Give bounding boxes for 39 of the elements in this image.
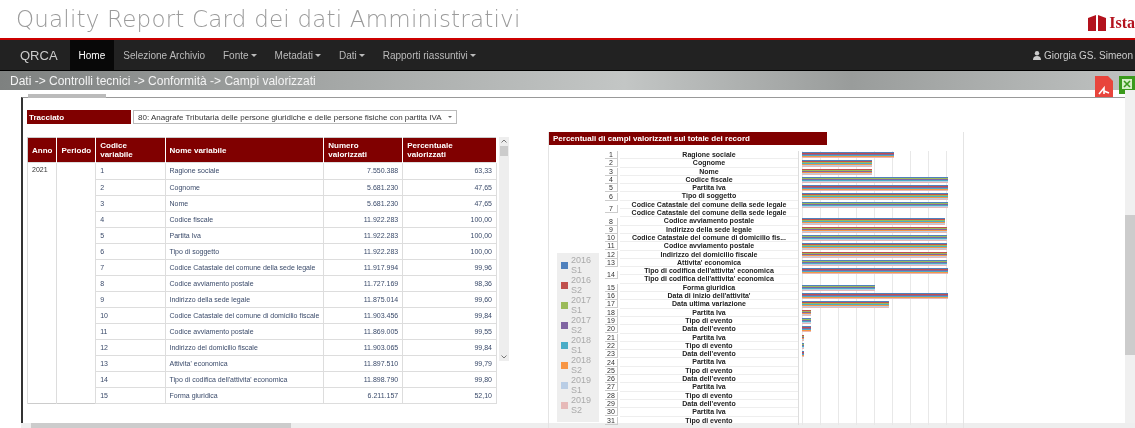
nav-item[interactable]: Fonte (213, 40, 266, 70)
legend-label: 2018 S2 (571, 355, 592, 375)
column-header: Periodo (56, 137, 96, 163)
column-header: Percentuale valorizzati (402, 137, 497, 163)
nav-item[interactable]: Home (69, 40, 115, 70)
nav-item[interactable]: Dati (329, 40, 374, 70)
scrollbar-thumb[interactable] (1125, 215, 1135, 355)
column-header: Codice variabile (95, 137, 165, 163)
nav-item[interactable]: Rapporti riassuntivi (373, 40, 485, 70)
brand-link[interactable]: QRCA (12, 40, 70, 70)
scrollbar[interactable] (21, 423, 1135, 428)
pdf-icon[interactable] (1095, 76, 1113, 98)
bar (802, 351, 805, 358)
caret-icon (448, 116, 452, 118)
scrollbar[interactable] (499, 137, 509, 361)
field-label: Tracciato (27, 110, 131, 124)
scrollbar[interactable] (1125, 90, 1135, 423)
column-header: Anno (27, 137, 57, 163)
dropdown-field[interactable]: 80: Anagrafe Tributaria delle persone giuridiche e delle persone fisiche con partita IVA (133, 110, 457, 124)
nav-item[interactable]: Metadati (265, 40, 330, 70)
user-menu[interactable]: Giorgia GS. Simeon (1033, 40, 1135, 70)
legend-label: 2019 S1 (571, 375, 592, 395)
scrollbar-thumb[interactable] (31, 423, 291, 428)
scrollbar-thumb[interactable] (500, 146, 508, 156)
page-title: Quality Report Card dei dati Amministrativi (16, 6, 521, 32)
column-header: Numero valorizzati (323, 137, 403, 163)
logo-text: Ista (1109, 14, 1135, 32)
column-header: Nome variabile (165, 137, 324, 163)
legend-label: 2016 S1 (571, 255, 592, 275)
legend-label: 2018 S1 (571, 335, 592, 355)
nav-item[interactable]: Selezione Archivio (114, 40, 214, 70)
legend-label: 2017 S2 (571, 315, 592, 335)
logo-icon (1088, 15, 1107, 31)
user-icon (1033, 50, 1042, 60)
legend-label: 2016 S2 (571, 275, 592, 295)
breadcrumb: Dati -> Controlli tecnici -> Conformità -> Campi valorizzati (10, 73, 316, 88)
legend-label: 2019 S2 (571, 395, 592, 415)
legend-label: 2017 S1 (571, 295, 592, 315)
chart-title: Percentuali di campi valorizzati sul totale dei record (549, 132, 827, 145)
